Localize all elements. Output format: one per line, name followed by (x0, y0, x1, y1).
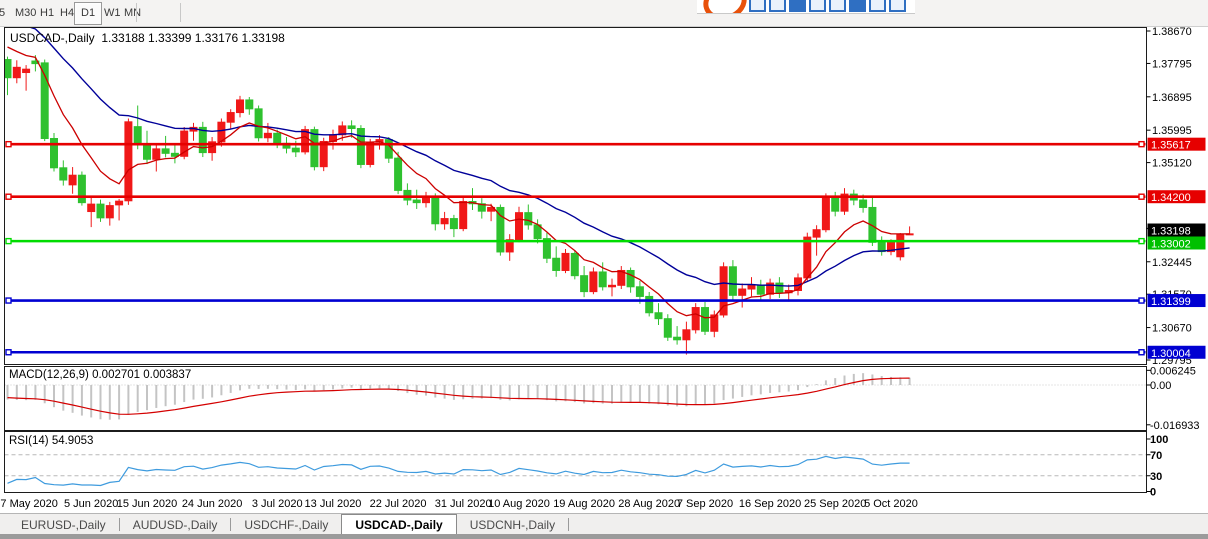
svg-text:1.38670: 1.38670 (1152, 26, 1192, 38)
toolbar-separator (136, 3, 137, 22)
svg-text:1.35995: 1.35995 (1152, 125, 1192, 137)
macd-indicator-label: MACD(12,26,9) 0.002701 0.003837 (9, 369, 191, 381)
timeframe-toolbar: 5M30H1H4D1W1MN (0, 0, 1208, 27)
timeframe-button-mn[interactable]: MN (117, 2, 148, 25)
svg-text:7 Sep 2020: 7 Sep 2020 (677, 498, 733, 510)
svg-text:31 Jul 2020: 31 Jul 2020 (435, 498, 492, 510)
svg-text:1.32445: 1.32445 (1152, 257, 1192, 269)
time-axis[interactable]: 27 May 2020 5 Jun 202015 Jun 2020 24 Jun 2… (0, 498, 918, 510)
chart-tab-usdchfdaily[interactable]: USDCHF-,Daily (231, 514, 341, 535)
svg-text:15 Jun 2020: 15 Jun 2020 (117, 498, 178, 510)
clipped-toolbar-icon[interactable] (829, 0, 846, 12)
svg-text:5 Oct 2020: 5 Oct 2020 (864, 498, 918, 510)
svg-text:27 May 2020: 27 May 2020 (0, 498, 58, 510)
clipped-toolbar-icon[interactable] (789, 0, 806, 12)
svg-text:100: 100 (1150, 434, 1168, 446)
clipped-overlay-toolbar (697, 0, 915, 14)
clipped-toolbar-icon[interactable] (869, 0, 886, 12)
rsi-axis[interactable]: 100 70 30 0 (1147, 434, 1169, 499)
window-bottom-edge (0, 534, 1208, 539)
svg-text:3 Jul 2020: 3 Jul 2020 (252, 498, 303, 510)
svg-text:70: 70 (1150, 450, 1162, 462)
clipped-toolbar-icon[interactable] (749, 0, 766, 12)
orange-logo-icon[interactable] (699, 0, 752, 14)
chart-tab-usdcnhdaily[interactable]: USDCNH-,Daily (457, 514, 568, 535)
svg-text:5 Jun 2020: 5 Jun 2020 (64, 498, 118, 510)
svg-text:1.33198: 1.33198 (1151, 226, 1191, 238)
svg-text:0: 0 (1150, 487, 1156, 499)
svg-text:1.30670: 1.30670 (1152, 323, 1192, 335)
chart-tab-usdcaddaily[interactable]: USDCAD-,Daily (341, 514, 456, 535)
trading-terminal-window: { "toolbar": { "timeframes": [ {"label":… (0, 0, 1208, 539)
macd-axis[interactable]: 0.006245 0.00 -0.016933 (1147, 365, 1200, 431)
svg-text:24 Jun 2020: 24 Jun 2020 (182, 498, 243, 510)
svg-text:16 Sep 2020: 16 Sep 2020 (739, 498, 801, 510)
chart-title: USDCAD-,Daily 1.33188 1.33399 1.33176 1.… (10, 31, 285, 45)
svg-text:1.34200: 1.34200 (1151, 192, 1191, 204)
svg-text:1.35120: 1.35120 (1152, 158, 1192, 170)
svg-text:19 Aug 2020: 19 Aug 2020 (553, 498, 615, 510)
clipped-toolbar-icon[interactable] (769, 0, 786, 12)
chart-tab-bar: EURUSD-,DailyAUDUSD-,DailyUSDCHF-,DailyU… (0, 513, 1208, 535)
rsi-indicator-label: RSI(14) 54.9053 (9, 435, 93, 447)
rsi-pane[interactable] (5, 432, 1147, 493)
tab-separator (568, 518, 569, 531)
clipped-toolbar-icon[interactable] (849, 0, 866, 12)
svg-text:28 Aug 2020: 28 Aug 2020 (618, 498, 680, 510)
chart-tab-audusddaily[interactable]: AUDUSD-,Daily (120, 514, 231, 535)
svg-text:25 Sep 2020: 25 Sep 2020 (804, 498, 866, 510)
svg-text:13 Jul 2020: 13 Jul 2020 (305, 498, 362, 510)
clipped-toolbar-icon[interactable] (809, 0, 826, 12)
chart-canvas[interactable]: 1.386701.377951.368951.359951.351201.333… (0, 0, 1208, 539)
svg-text:0.006245: 0.006245 (1150, 365, 1196, 377)
svg-text:1.37795: 1.37795 (1152, 58, 1192, 70)
svg-text:0.00: 0.00 (1150, 380, 1171, 392)
toolbar-separator (180, 3, 181, 22)
svg-text:1.35617: 1.35617 (1151, 140, 1191, 152)
clipped-toolbar-icon[interactable] (889, 0, 906, 12)
svg-text:-0.016933: -0.016933 (1150, 420, 1200, 432)
svg-text:1.30004: 1.30004 (1151, 348, 1191, 360)
svg-text:1.33002: 1.33002 (1151, 239, 1191, 251)
chart-tab-eurusddaily[interactable]: EURUSD-,Daily (8, 514, 119, 535)
svg-text:1.36895: 1.36895 (1152, 92, 1192, 104)
svg-text:22 Jul 2020: 22 Jul 2020 (370, 498, 427, 510)
svg-text:30: 30 (1150, 471, 1162, 483)
price-axis[interactable]: 1.386701.377951.368951.359951.351201.333… (1147, 26, 1206, 367)
svg-text:1.31399: 1.31399 (1151, 296, 1191, 308)
svg-text:10 Aug 2020: 10 Aug 2020 (488, 498, 550, 510)
